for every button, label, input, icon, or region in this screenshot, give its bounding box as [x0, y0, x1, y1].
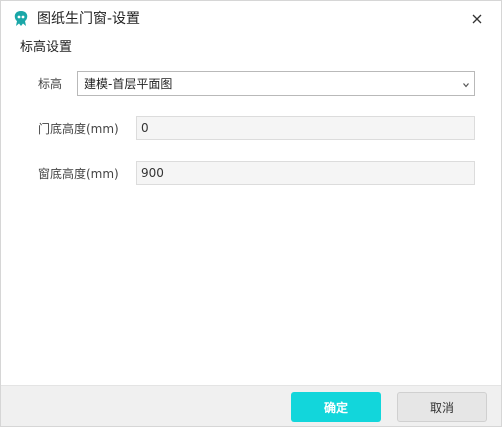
close-button[interactable] [467, 9, 487, 29]
app-logo-icon [12, 10, 30, 28]
elevation-label: 标高 [38, 77, 63, 91]
door-sill-label: 门底高度(mm) [38, 122, 119, 136]
section-title: 标高设置 [20, 40, 73, 55]
close-icon [472, 14, 482, 24]
window-sill-input[interactable] [136, 161, 475, 185]
settings-dialog: 图纸生门窗-设置 标高设置 标高 建模-首层平面图 门底高度(mm) 窗底高度(… [0, 0, 502, 427]
elevation-selected-value: 建模-首层平面图 [84, 77, 173, 91]
title-bar: 图纸生门窗-设置 [1, 1, 501, 35]
dialog-footer: 确定 取消 [1, 385, 501, 426]
cancel-button[interactable]: 取消 [397, 392, 487, 422]
window-sill-label: 窗底高度(mm) [38, 167, 119, 181]
ok-button[interactable]: 确定 [291, 392, 381, 422]
window-title: 图纸生门窗-设置 [37, 11, 141, 27]
door-sill-input[interactable] [136, 116, 475, 140]
elevation-select[interactable]: 建模-首层平面图 [77, 71, 475, 96]
chevron-down-icon [461, 79, 471, 89]
